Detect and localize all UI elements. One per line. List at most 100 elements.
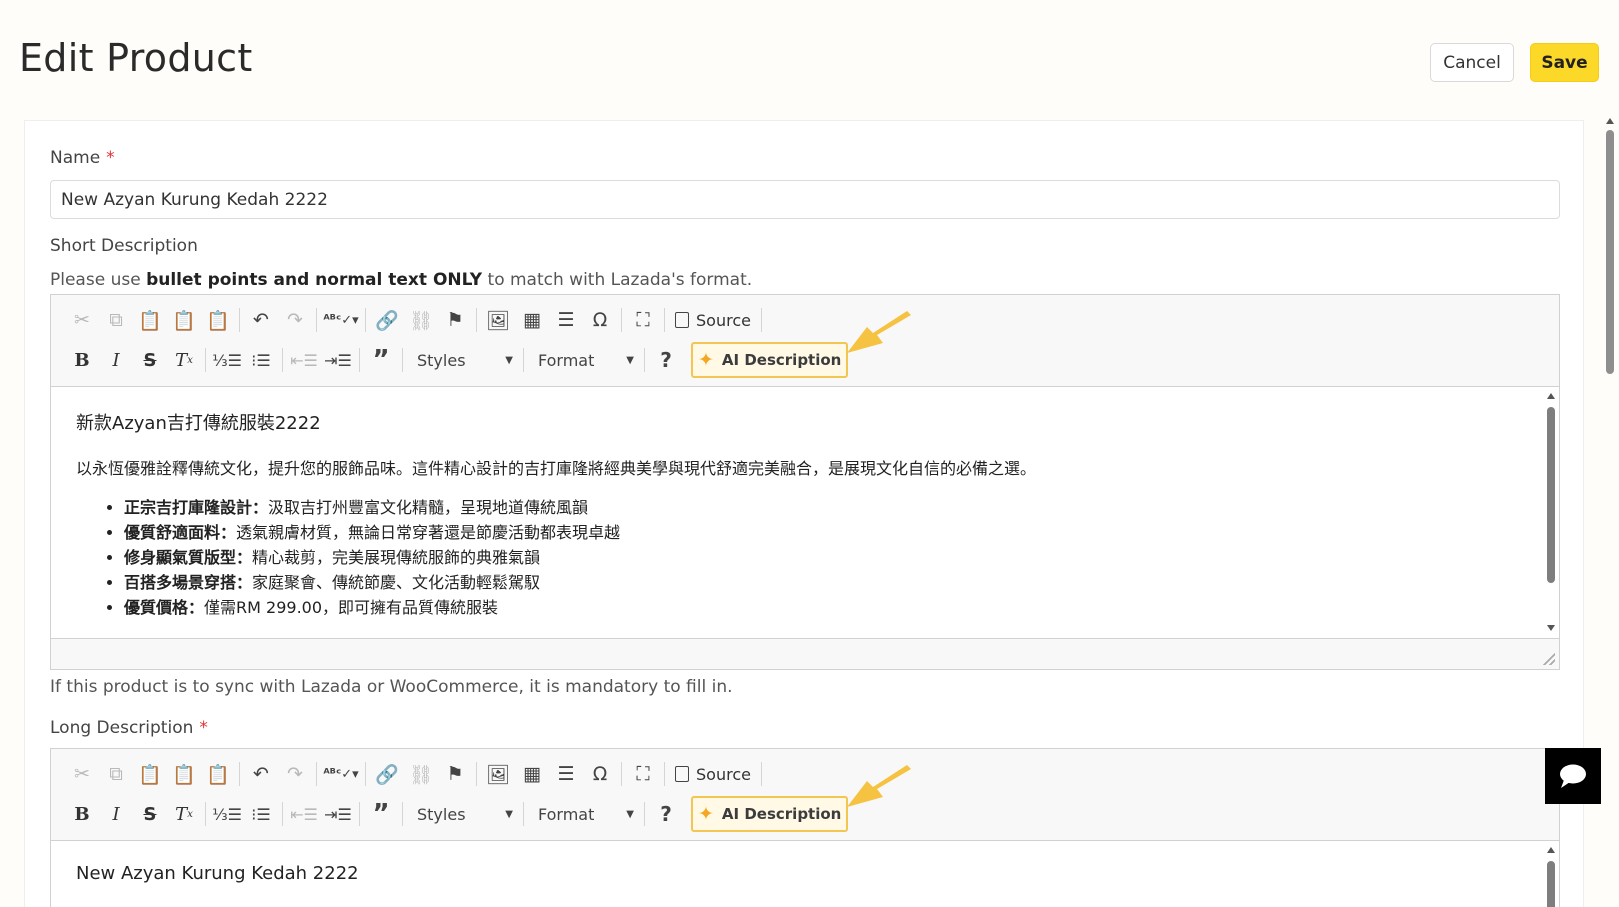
maximize-icon[interactable]: ⛶ bbox=[626, 759, 660, 789]
source-button[interactable]: Source bbox=[669, 305, 757, 335]
redo-icon[interactable]: ↷ bbox=[278, 759, 312, 789]
remove-format-icon[interactable]: Tx bbox=[167, 799, 201, 829]
ai-description-button[interactable]: ✦ AI Description bbox=[691, 796, 849, 832]
bold-icon[interactable]: B bbox=[65, 799, 99, 829]
cancel-button[interactable]: Cancel bbox=[1430, 43, 1514, 82]
toolbar-separator bbox=[402, 348, 403, 372]
toolbar-separator bbox=[760, 762, 762, 786]
copy-icon[interactable]: ⧉ bbox=[99, 759, 133, 789]
copy-icon[interactable]: ⧉ bbox=[99, 305, 133, 335]
cut-icon[interactable]: ✂ bbox=[65, 305, 99, 335]
link-icon[interactable]: 🔗 bbox=[370, 305, 404, 335]
ai-description-button[interactable]: ✦ AI Description bbox=[691, 342, 849, 378]
image-icon[interactable]: 🖼 bbox=[481, 759, 515, 789]
numbered-list-icon[interactable]: ⅓☰ bbox=[210, 799, 244, 829]
remove-format-icon[interactable]: Tx bbox=[167, 345, 201, 375]
hint-bold: bullet points and normal text ONLY bbox=[146, 270, 483, 290]
blockquote-icon[interactable]: ” bbox=[364, 799, 398, 829]
horizontal-rule-icon[interactable]: ☰ bbox=[549, 305, 583, 335]
format-dropdown[interactable]: Format ▼ bbox=[528, 799, 640, 829]
scroll-up-icon[interactable] bbox=[1547, 393, 1555, 399]
paste-text-icon[interactable]: 📋 bbox=[167, 305, 201, 335]
bulleted-list-icon[interactable]: ⁝☰ bbox=[244, 799, 278, 829]
short-description-editor: ✂ ⧉ 📋 📋 📋 ↶ ↷ ᴬᴮᶜ✓▾ 🔗 ⛓ ⚑ 🖼 ▦ ☰ Ω ⛶ Sour… bbox=[50, 294, 1560, 670]
chat-button[interactable] bbox=[1545, 748, 1601, 804]
anchor-icon[interactable]: ⚑ bbox=[438, 759, 472, 789]
unlink-icon[interactable]: ⛓ bbox=[404, 759, 438, 789]
help-icon[interactable]: ? bbox=[649, 799, 683, 829]
paste-word-icon[interactable]: 📋 bbox=[201, 759, 235, 789]
redo-icon[interactable]: ↷ bbox=[278, 305, 312, 335]
toolbar-row-2: B I S Tx ⅓☰ ⁝☰ ⇤☰ ⇥☰ ” Styles ▼ Format ▼ ?… bbox=[65, 342, 849, 378]
blockquote-icon[interactable]: ” bbox=[364, 345, 398, 375]
scrollbar-thumb[interactable] bbox=[1606, 130, 1614, 374]
chevron-down-icon: ▼ bbox=[626, 354, 634, 366]
styles-dropdown[interactable]: Styles ▼ bbox=[407, 345, 519, 375]
strike-icon[interactable]: S bbox=[133, 799, 167, 829]
source-label: Source bbox=[696, 310, 751, 330]
scrollbar-thumb[interactable] bbox=[1547, 407, 1555, 583]
spellcheck-icon[interactable]: ᴬᴮᶜ✓▾ bbox=[321, 759, 361, 789]
toolbar-row-2: B I S Tx ⅓☰ ⁝☰ ⇤☰ ⇥☰ ” Styles ▼ Format ▼ ?… bbox=[65, 796, 849, 832]
save-button[interactable]: Save bbox=[1530, 43, 1599, 82]
strike-icon[interactable]: S bbox=[133, 345, 167, 375]
long-description-label-text: Long Description bbox=[50, 718, 194, 738]
maximize-icon[interactable]: ⛶ bbox=[626, 305, 660, 335]
bold-icon[interactable]: B bbox=[65, 345, 99, 375]
content-heading: 新款Azyan吉打傳統服裝2222 bbox=[76, 413, 321, 434]
link-icon[interactable]: 🔗 bbox=[370, 759, 404, 789]
scroll-down-icon[interactable] bbox=[1547, 625, 1555, 631]
undo-icon[interactable]: ↶ bbox=[244, 759, 278, 789]
scroll-up-icon[interactable] bbox=[1606, 118, 1614, 124]
italic-icon[interactable]: I bbox=[99, 345, 133, 375]
bulleted-list-icon[interactable]: ⁝☰ bbox=[244, 345, 278, 375]
paste-icon[interactable]: 📋 bbox=[133, 305, 167, 335]
toolbar-separator bbox=[664, 762, 665, 786]
scrollbar-thumb[interactable] bbox=[1547, 861, 1555, 907]
indent-icon[interactable]: ⇥☰ bbox=[321, 799, 355, 829]
table-icon[interactable]: ▦ bbox=[515, 759, 549, 789]
short-description-content[interactable]: 新款Azyan吉打傳統服裝2222 以永恆優雅詮釋傳統文化，提升您的服飾品味。這… bbox=[51, 387, 1559, 639]
source-icon bbox=[675, 312, 689, 328]
anchor-icon[interactable]: ⚑ bbox=[438, 305, 472, 335]
editor-scrollbar[interactable] bbox=[1546, 393, 1556, 633]
name-input[interactable] bbox=[50, 180, 1560, 219]
undo-icon[interactable]: ↶ bbox=[244, 305, 278, 335]
editor-toolbar: ✂ ⧉ 📋 📋 📋 ↶ ↷ ᴬᴮᶜ✓▾ 🔗 ⛓ ⚑ 🖼 ▦ ☰ Ω ⛶ Sour… bbox=[51, 295, 1559, 387]
scroll-up-icon[interactable] bbox=[1547, 847, 1555, 853]
page-scrollbar[interactable] bbox=[1604, 116, 1616, 907]
styles-dropdown[interactable]: Styles ▼ bbox=[407, 799, 519, 829]
spellcheck-icon[interactable]: ᴬᴮᶜ✓▾ bbox=[321, 305, 361, 335]
unlink-icon[interactable]: ⛓ bbox=[404, 305, 438, 335]
image-icon[interactable]: 🖼 bbox=[481, 305, 515, 335]
toolbar-separator bbox=[316, 762, 317, 786]
toolbar-separator bbox=[282, 802, 283, 826]
help-icon[interactable]: ? bbox=[649, 345, 683, 375]
special-char-icon[interactable]: Ω bbox=[583, 759, 617, 789]
format-dropdown[interactable]: Format ▼ bbox=[528, 345, 640, 375]
paste-word-icon[interactable]: 📋 bbox=[201, 305, 235, 335]
indent-icon[interactable]: ⇥☰ bbox=[321, 345, 355, 375]
italic-icon[interactable]: I bbox=[99, 799, 133, 829]
list-item: 正宗吉打庫隆設計：汲取吉打州豐富文化精髓，呈現地道傳統風韻 bbox=[124, 495, 1534, 520]
editor-scrollbar[interactable] bbox=[1546, 847, 1556, 907]
resize-handle-icon[interactable] bbox=[1543, 653, 1555, 665]
paste-text-icon[interactable]: 📋 bbox=[167, 759, 201, 789]
hint-suffix: to match with Lazada's format. bbox=[482, 270, 753, 290]
toolbar-separator bbox=[644, 802, 645, 826]
outdent-icon[interactable]: ⇤☰ bbox=[287, 345, 321, 375]
toolbar-separator bbox=[282, 348, 283, 372]
source-button[interactable]: Source bbox=[669, 759, 757, 789]
paste-icon[interactable]: 📋 bbox=[133, 759, 167, 789]
cut-icon[interactable]: ✂ bbox=[65, 759, 99, 789]
outdent-icon[interactable]: ⇤☰ bbox=[287, 799, 321, 829]
list-item: 修身顯氣質版型：精心裁剪，完美展現傳統服飾的典雅氣韻 bbox=[124, 545, 1534, 570]
chat-bubble-icon bbox=[1560, 764, 1586, 788]
long-description-content[interactable]: New Azyan Kurung Kedah 2222 bbox=[51, 841, 1559, 907]
bullet-text: 僅需RM 299.00，即可擁有品質傳統服裝 bbox=[204, 598, 499, 617]
horizontal-rule-icon[interactable]: ☰ bbox=[549, 759, 583, 789]
special-char-icon[interactable]: Ω bbox=[583, 305, 617, 335]
toolbar-separator bbox=[359, 348, 360, 372]
numbered-list-icon[interactable]: ⅓☰ bbox=[210, 345, 244, 375]
table-icon[interactable]: ▦ bbox=[515, 305, 549, 335]
